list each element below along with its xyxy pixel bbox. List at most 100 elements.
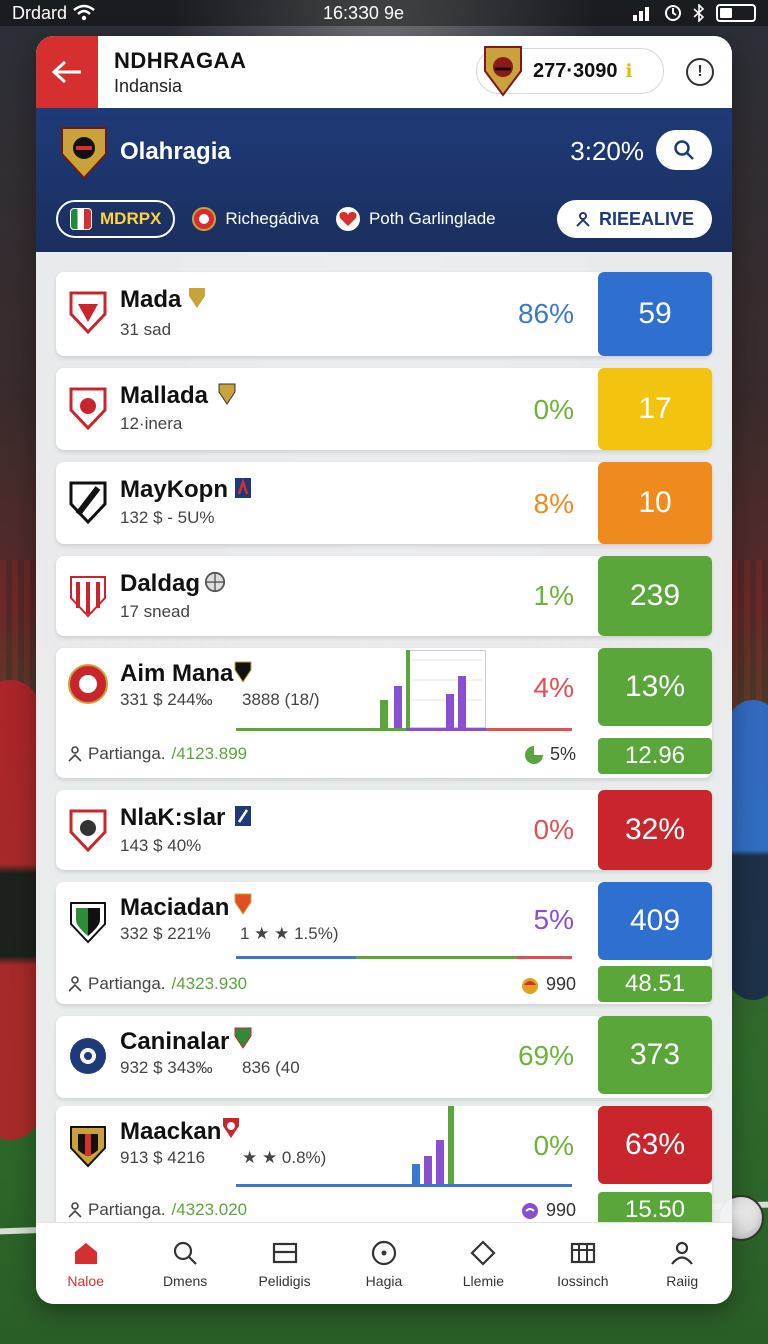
- score-box[interactable]: 17: [598, 368, 712, 450]
- team-name: Aim Mana: [120, 660, 234, 687]
- nav-item-home[interactable]: Naloe: [41, 1239, 131, 1289]
- page-subtitle: Indansia: [114, 75, 183, 96]
- balance-pill[interactable]: 277·3090 ℹ: [476, 46, 664, 97]
- info-button[interactable]: !: [686, 58, 714, 86]
- sub-score-value: 12.96: [624, 742, 686, 769]
- table-icon: [570, 1242, 595, 1263]
- score-value: 32%: [624, 813, 686, 846]
- progress-line: [236, 956, 356, 959]
- sub-score-box[interactable]: 12.96: [598, 738, 712, 774]
- nav-label: Dmens: [162, 1272, 208, 1289]
- league-title: Olahragia: [120, 138, 231, 165]
- nav-item-compass[interactable]: Hagia: [339, 1239, 429, 1289]
- progress-line: [516, 956, 572, 959]
- team-crest-icon: [70, 1038, 106, 1074]
- team-crest-icon: [68, 664, 108, 704]
- score-value: 17: [638, 392, 672, 425]
- team-crest-icon: [70, 576, 106, 618]
- score-box[interactable]: 13%: [598, 648, 712, 726]
- progress-line: [406, 728, 486, 731]
- list-item[interactable]: Daldag 17 snead 1% 239: [56, 556, 712, 636]
- score-box[interactable]: 409: [598, 882, 712, 960]
- sub-percent-value: 5%: [549, 744, 576, 764]
- coin-icon: ℹ: [625, 60, 633, 81]
- score-box[interactable]: 10: [598, 462, 712, 544]
- info-icon: !: [697, 63, 703, 80]
- shield-icon: [218, 383, 236, 405]
- nav-label: Naloe: [67, 1272, 104, 1289]
- list-item-expanded[interactable]: Aim Mana 331 $ 244‰ 3888 (18/) 4% 13% Pa…: [56, 648, 712, 778]
- page-title: NDHRAGAA: [114, 47, 247, 73]
- list-item-expanded[interactable]: Maackan 913 $ 4216 ★ ★ 0.8%) 0% 63% Part…: [56, 1106, 712, 1230]
- team-crest-icon: [69, 387, 107, 430]
- filter-chip-1[interactable]: Richegádiva: [191, 200, 319, 238]
- score-value: 373: [629, 1038, 681, 1071]
- score-box[interactable]: 59: [598, 272, 712, 356]
- nav-item-search[interactable]: Dmens: [140, 1239, 230, 1289]
- filter-label: Poth Garlinglade: [368, 209, 496, 228]
- team-meta: 132 $ ‑ 5U%: [120, 508, 215, 527]
- search-button[interactable]: [656, 130, 712, 170]
- team-crest-icon: [69, 809, 107, 852]
- row-percent: 5%: [533, 904, 574, 935]
- filter-label: MDRPX: [100, 209, 162, 228]
- bluetooth-icon: [693, 4, 705, 22]
- team-meta-extra: ★ ★ 0.8%): [242, 1148, 327, 1167]
- status-bar: Drdard 16:3З0 9е: [0, 0, 768, 26]
- wifi-icon: [73, 4, 95, 21]
- live-button[interactable]: RIEEALIVE: [556, 200, 712, 238]
- nav-item-diamond[interactable]: Llemie: [438, 1239, 528, 1289]
- alarm-icon: [664, 5, 681, 21]
- score-box[interactable]: 63%: [598, 1106, 712, 1184]
- list-item[interactable]: MayKopn 132 $ ‑ 5U% 8% 10: [56, 462, 712, 544]
- nav-item-table[interactable]: Iossinch: [538, 1239, 628, 1289]
- player-figure-left: [0, 680, 40, 1140]
- sub-value: /4323.930: [171, 974, 248, 993]
- carrier-label: Drdard: [12, 2, 68, 23]
- club-crest-icon: [484, 46, 522, 97]
- team-meta: 17 snead: [120, 602, 190, 621]
- sub-label: Partianga.: [88, 974, 166, 993]
- progress-line: [236, 1184, 572, 1187]
- league-crest-icon: [61, 127, 107, 180]
- list-item[interactable]: Mallada 12·inera 0% 17: [56, 368, 712, 450]
- sub-score-value: 48.51: [624, 970, 686, 997]
- search-icon: [174, 1241, 197, 1265]
- sub-label: Partianga.: [88, 744, 166, 763]
- team-meta: 332 $ 221%: [120, 924, 211, 943]
- back-button[interactable]: [36, 36, 98, 108]
- list-item[interactable]: Mada 31 ‌sad 86% 59: [56, 272, 712, 356]
- list-item-expanded[interactable]: Maciadan 332 $ 221% 1 ★ ★ 1.5%) 5% 409 P…: [56, 882, 712, 1004]
- club-badge-icon: [223, 1118, 239, 1138]
- mini-bar-chart: [380, 650, 486, 729]
- search-icon: [674, 140, 694, 160]
- sub-label: Partianga.: [88, 1200, 166, 1219]
- compass-icon: [371, 1240, 397, 1265]
- team-name: MayKopn: [120, 476, 228, 503]
- sub-percent: 990: [520, 1200, 576, 1221]
- club-badge-icon: [192, 207, 217, 231]
- nav-item-card[interactable]: Pelidigis: [240, 1239, 330, 1289]
- filter-chip-2[interactable]: Poth Garlinglade: [335, 200, 496, 238]
- filter-chip-0[interactable]: MDRPX: [56, 200, 176, 238]
- score-value: 409: [629, 904, 681, 937]
- list-item[interactable]: Caninalar 932 $ 343‰ 836 (40 69% 373: [56, 1016, 712, 1098]
- team-name: Maciadan: [120, 894, 230, 921]
- sub-score-box[interactable]: 48.51: [598, 966, 712, 1002]
- score-box[interactable]: 32%: [598, 790, 712, 870]
- list-item[interactable]: NlaK:slar 143 $ 40% 0% 32%: [56, 790, 712, 870]
- score-value: 10: [638, 486, 672, 519]
- progress-line: [236, 728, 406, 731]
- nav-label: Hagia: [365, 1272, 403, 1289]
- sub-score-value: 15.50: [624, 1196, 686, 1223]
- row-percent: 69%: [517, 1040, 574, 1071]
- nav-label: Llemie: [462, 1272, 505, 1289]
- score-box[interactable]: 239: [598, 556, 712, 636]
- nav-item-user[interactable]: Raiig: [637, 1239, 727, 1289]
- sub-value: /4123.899: [171, 744, 248, 763]
- app-window: NDHRAGAA Indansia 277·3090 ℹ ! Olahragia…: [36, 36, 732, 1304]
- team-name: Maackan: [120, 1118, 222, 1145]
- score-box[interactable]: 373: [598, 1016, 712, 1094]
- nav-label: Iossinch: [557, 1272, 609, 1289]
- person-icon: [68, 976, 82, 992]
